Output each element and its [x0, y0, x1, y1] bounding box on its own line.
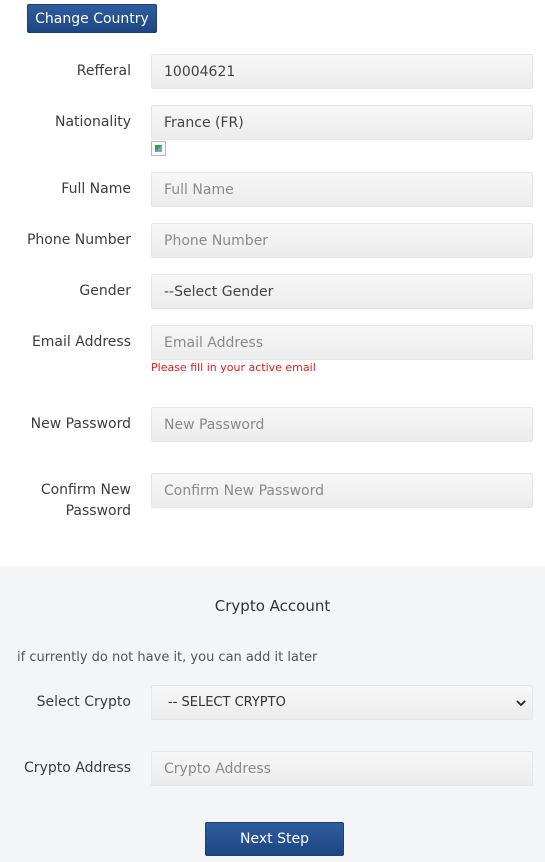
full-name-input[interactable]: Full Name [151, 172, 533, 207]
new-password-placeholder: New Password [164, 416, 265, 433]
nationality-value: France (FR) [164, 114, 244, 131]
new-password-label: New Password [30, 416, 131, 432]
crypto-section-title: Crypto Account [214, 597, 331, 615]
confirm-password-label-line1: Confirm New [40, 482, 131, 498]
phone-number-label: Phone Number [26, 232, 131, 248]
confirm-password-placeholder: Confirm New Password [164, 482, 325, 499]
referral-field[interactable]: 10004621 [151, 54, 533, 89]
confirm-password-input[interactable]: Confirm New Password [151, 473, 533, 508]
nationality-field[interactable]: France (FR) [151, 105, 533, 140]
email-input[interactable]: Email Address [151, 325, 533, 360]
full-name-label: Full Name [61, 181, 131, 197]
full-name-placeholder: Full Name [164, 181, 234, 198]
change-country-button[interactable]: Change Country [27, 4, 157, 33]
gender-label: Gender [79, 283, 131, 299]
confirm-password-label-line2: Password [65, 503, 131, 519]
confirm-password-label: Confirm New Password [0, 480, 131, 522]
nationality-label: Nationality [54, 114, 131, 130]
next-step-button[interactable]: Next Step [205, 822, 344, 856]
broken-image-icon [151, 141, 166, 156]
phone-number-input[interactable]: Phone Number [151, 223, 533, 258]
referral-value: 10004621 [164, 63, 236, 80]
crypto-address-label: Crypto Address [24, 760, 131, 776]
select-crypto-selected-value: -- SELECT CRYPTO [168, 695, 286, 710]
gender-select[interactable]: --Select Gender [151, 274, 533, 309]
gender-selected-value: --Select Gender [164, 283, 274, 300]
select-crypto-dropdown[interactable]: -- SELECT CRYPTO [151, 685, 533, 720]
email-hint: Please fill in your active email [151, 361, 316, 374]
referral-label: Refferal [76, 63, 131, 79]
crypto-section-note: if currently do not have it, you can add… [17, 650, 318, 665]
crypto-address-placeholder: Crypto Address [164, 760, 271, 777]
select-crypto-label: Select Crypto [36, 694, 131, 710]
email-label: Email Address [31, 334, 131, 350]
email-placeholder: Email Address [164, 334, 264, 351]
chevron-down-icon [516, 696, 526, 710]
crypto-address-input[interactable]: Crypto Address [151, 751, 533, 786]
new-password-input[interactable]: New Password [151, 407, 533, 442]
phone-number-placeholder: Phone Number [164, 232, 269, 249]
